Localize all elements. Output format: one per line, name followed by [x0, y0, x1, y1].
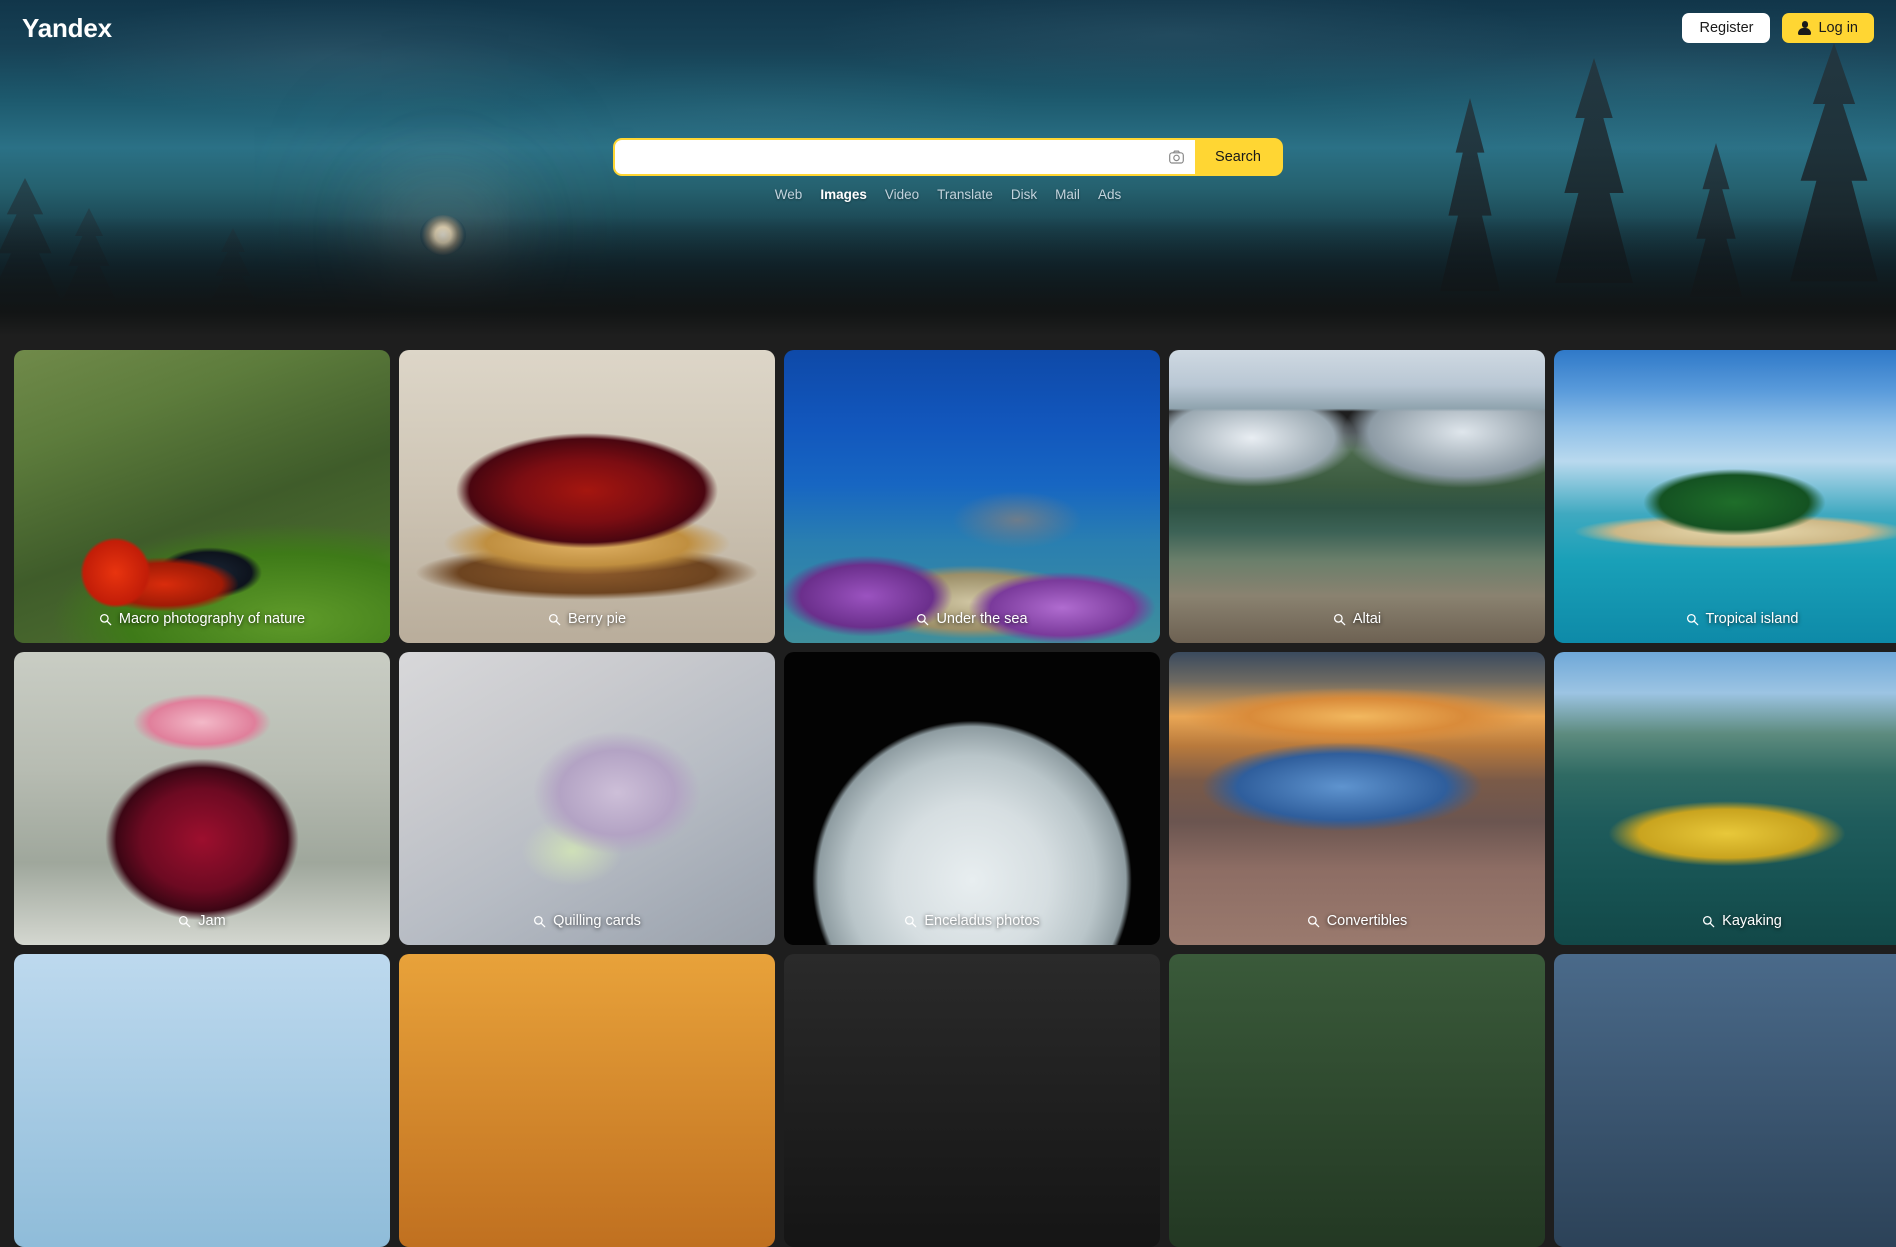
category-tile[interactable]: [784, 954, 1160, 1247]
tile-image: [1169, 954, 1545, 1247]
nav-link-disk[interactable]: Disk: [1011, 187, 1037, 202]
search-input[interactable]: [629, 148, 1166, 166]
category-tile[interactable]: Convertibles: [1169, 652, 1545, 945]
image-category-grid: Macro photography of nature Berry pie Un…: [14, 350, 1896, 1247]
nav-link-translate[interactable]: Translate: [937, 187, 993, 202]
hero-horizon-fade: [0, 216, 1896, 336]
nav-link-video[interactable]: Video: [885, 187, 919, 202]
search-area: Search Web Images Video Translate Disk M…: [0, 138, 1896, 202]
tile-image: [14, 350, 390, 643]
nav-link-mail[interactable]: Mail: [1055, 187, 1080, 202]
tile-image: [784, 652, 1160, 945]
tile-image: [1554, 954, 1896, 1247]
user-icon: [1798, 21, 1812, 35]
nav-link-ads[interactable]: Ads: [1098, 187, 1121, 202]
tile-image: [14, 954, 390, 1247]
category-tile[interactable]: Berry pie: [399, 350, 775, 643]
category-tile[interactable]: Enceladus photos: [784, 652, 1160, 945]
nav-link-web[interactable]: Web: [775, 187, 803, 202]
category-tile[interactable]: Altai: [1169, 350, 1545, 643]
tile-image: [399, 652, 775, 945]
tile-image: [399, 954, 775, 1247]
category-tile[interactable]: Tropical island: [1554, 350, 1896, 643]
tile-image: [784, 350, 1160, 643]
login-button-label: Log in: [1818, 19, 1858, 36]
tile-image: [14, 652, 390, 945]
tile-image: [399, 350, 775, 643]
top-bar: Yandex Register Log in: [0, 0, 1896, 56]
category-tile[interactable]: Jam: [14, 652, 390, 945]
category-tile[interactable]: [1554, 954, 1896, 1247]
tile-image: [1169, 350, 1545, 643]
category-tile[interactable]: [399, 954, 775, 1247]
account-actions: Register Log in: [1682, 12, 1874, 44]
service-nav: Web Images Video Translate Disk Mail Ads: [775, 187, 1121, 202]
search-bar: Search: [613, 138, 1283, 176]
category-tile[interactable]: [14, 954, 390, 1247]
category-tile[interactable]: Kayaking: [1554, 652, 1896, 945]
camera-search-icon[interactable]: [1165, 146, 1187, 168]
register-button[interactable]: Register: [1682, 12, 1771, 44]
search-button[interactable]: Search: [1195, 140, 1281, 174]
category-tile[interactable]: [1169, 954, 1545, 1247]
hero-banner: Yandex Register Log in Search Web Images…: [0, 0, 1896, 336]
tile-image: [1554, 350, 1896, 643]
login-button[interactable]: Log in: [1782, 12, 1874, 44]
category-tile[interactable]: Under the sea: [784, 350, 1160, 643]
category-tile[interactable]: Quilling cards: [399, 652, 775, 945]
tile-image: [1554, 652, 1896, 945]
category-tile[interactable]: Macro photography of nature: [14, 350, 390, 643]
tile-image: [1169, 652, 1545, 945]
search-field-wrapper: [615, 140, 1196, 174]
tile-image: [784, 954, 1160, 1247]
nav-link-images[interactable]: Images: [820, 187, 867, 202]
yandex-logo[interactable]: Yandex: [22, 15, 112, 41]
